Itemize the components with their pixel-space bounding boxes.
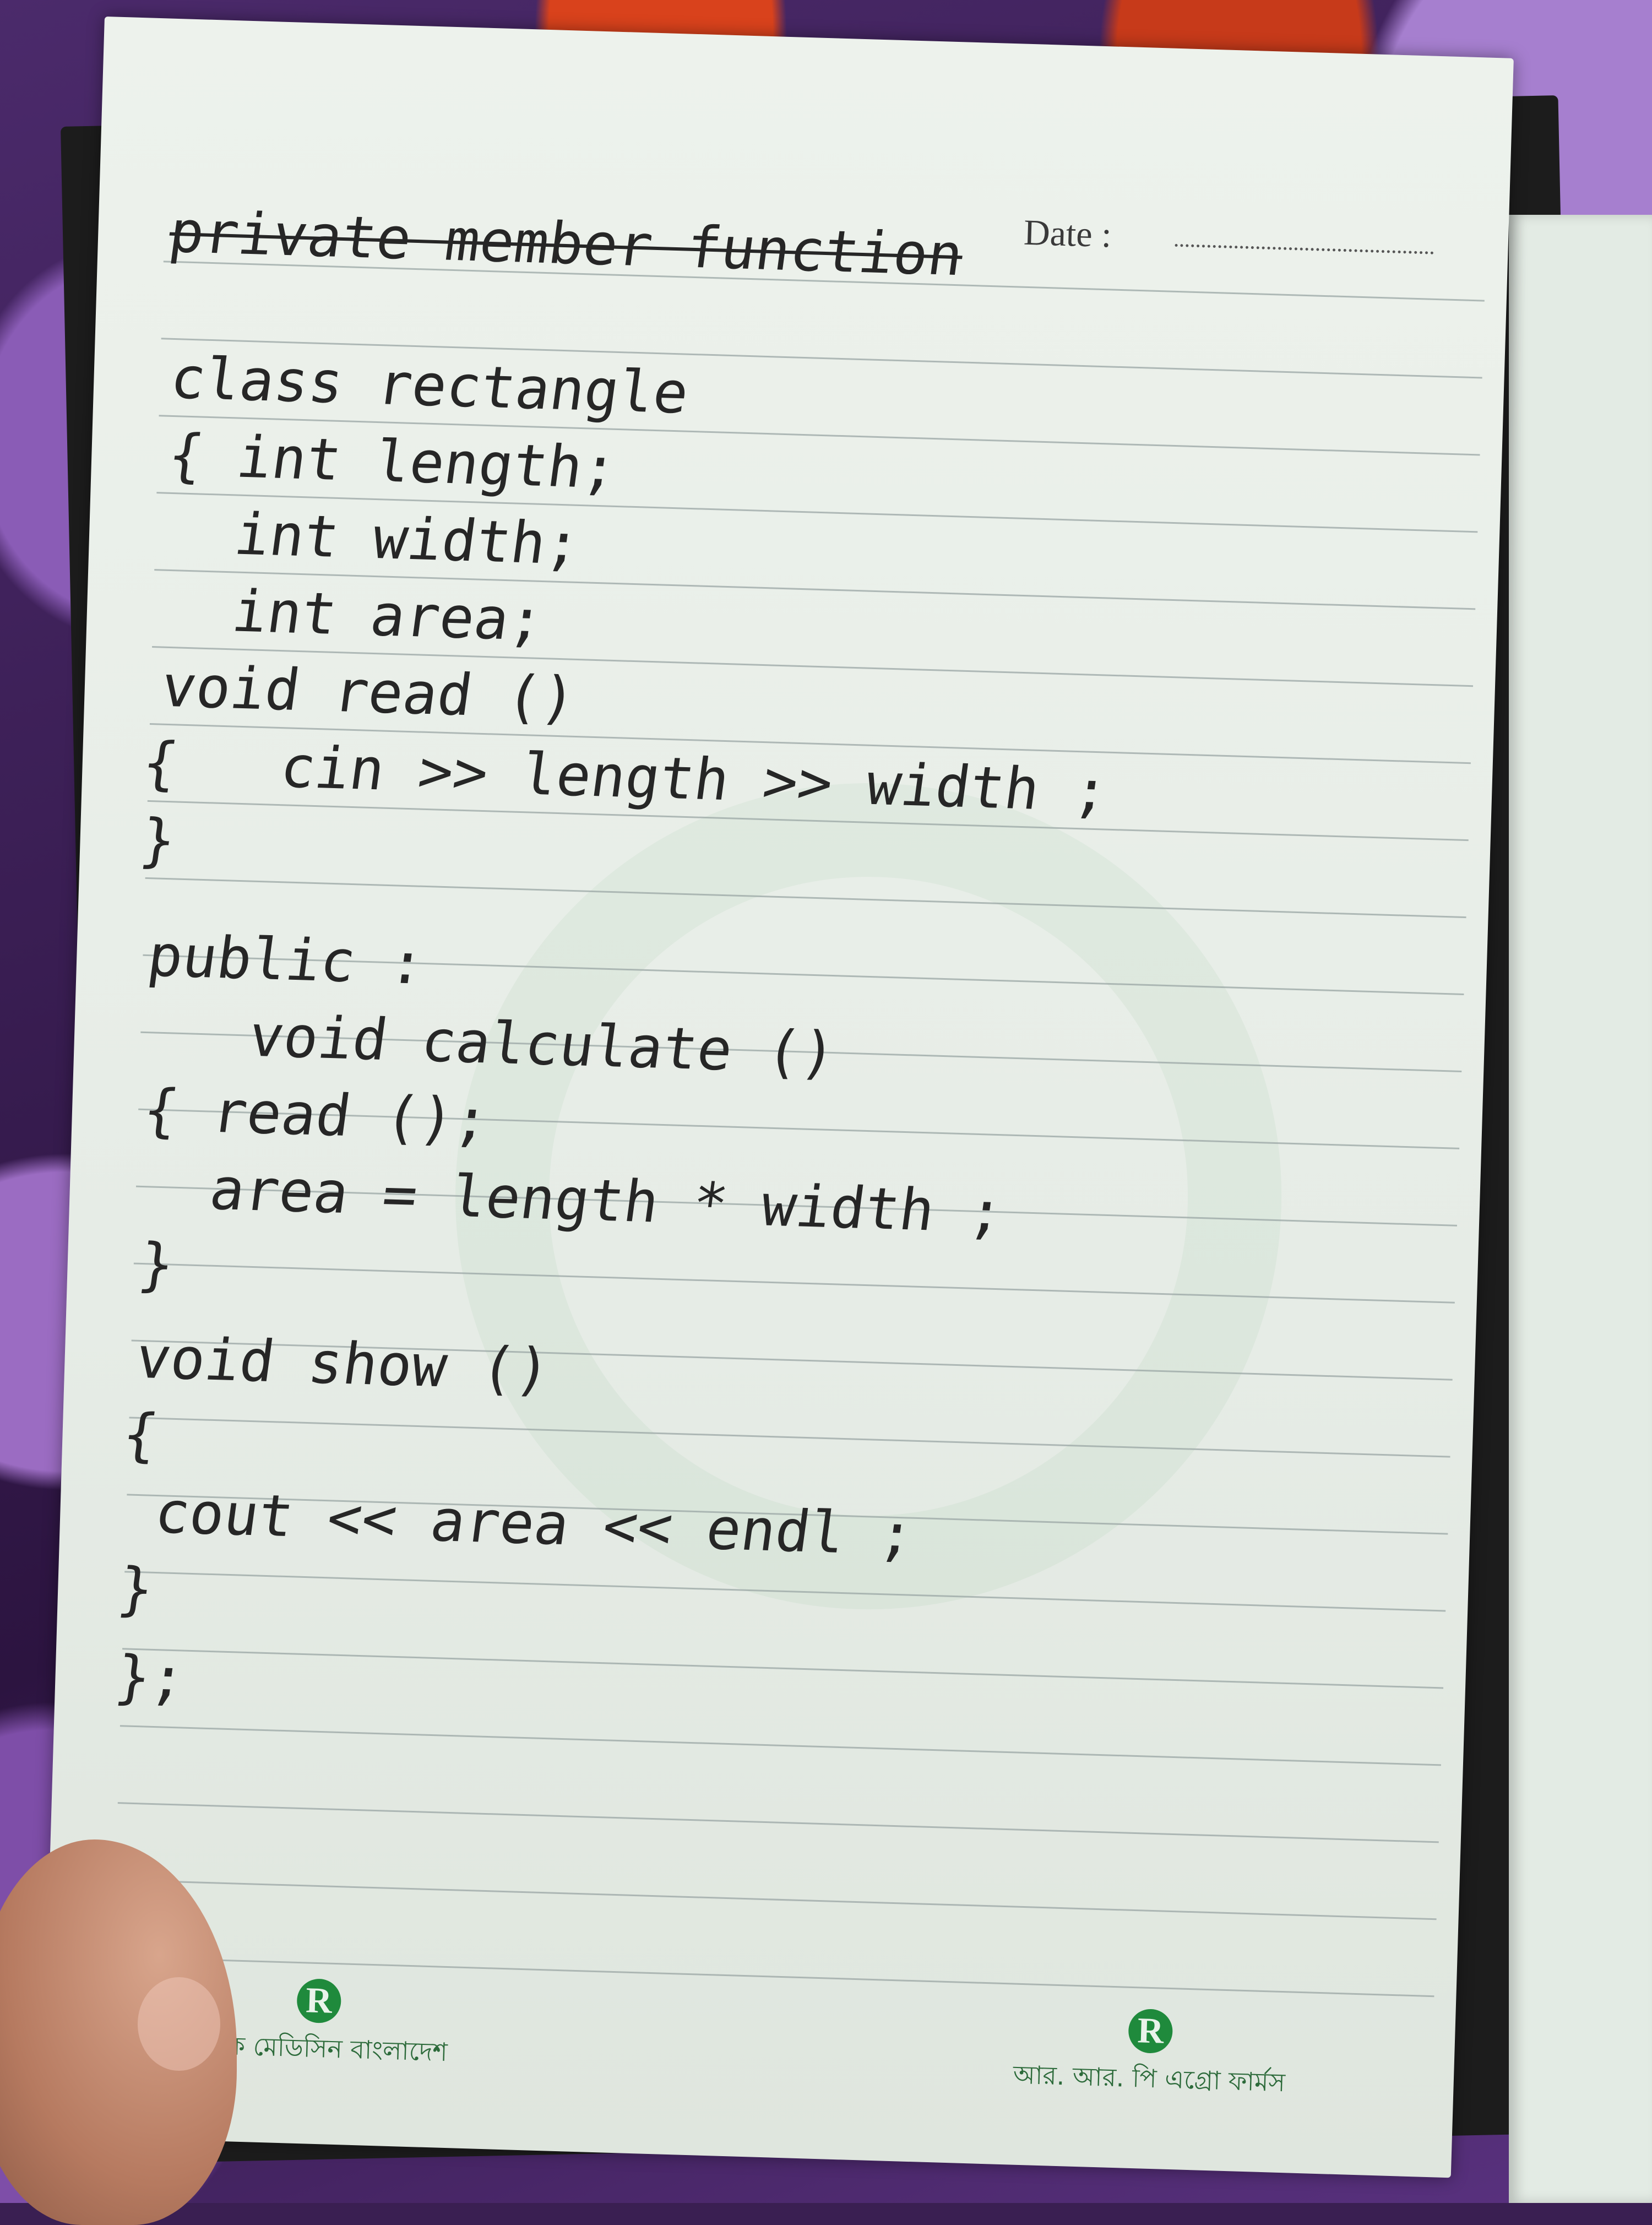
publisher-mark-icon: R — [296, 1978, 342, 2024]
code-line: void show () — [132, 1324, 555, 1403]
code-line: } — [114, 1555, 158, 1623]
ruled-line — [117, 1802, 1439, 1843]
code-line: void read () — [157, 652, 580, 732]
ruled-line — [119, 1725, 1441, 1766]
date-label: Date : — [1023, 212, 1112, 256]
code-line: } — [134, 1230, 178, 1299]
code-line: { — [118, 1401, 162, 1469]
code-line: }; — [111, 1643, 189, 1712]
code-line: int area; — [159, 575, 548, 654]
date-blank — [1175, 243, 1434, 254]
code-line: { read (); — [139, 1076, 493, 1154]
facing-page — [1509, 215, 1652, 2203]
code-line: { int length; — [164, 421, 622, 502]
ruled-line — [115, 1879, 1437, 1920]
code-line: public : — [144, 922, 429, 997]
ruled-line — [122, 1648, 1444, 1689]
publisher-name-right: আর. আর. পি এগ্রো ফার্মস — [1013, 2059, 1286, 2098]
note-heading: private member function — [165, 198, 968, 289]
notebook-page: Date : private member function class rec… — [41, 17, 1514, 2178]
publisher-mark-icon: R — [1128, 2008, 1173, 2054]
code-line: int width; — [162, 498, 585, 578]
thumb-nail — [138, 1977, 220, 2071]
publisher-logo-right: R আর. আর. পি এগ্রো ফার্মস — [1013, 2005, 1287, 2106]
code-line: } — [136, 806, 180, 875]
code-line: class rectangle — [166, 344, 693, 427]
